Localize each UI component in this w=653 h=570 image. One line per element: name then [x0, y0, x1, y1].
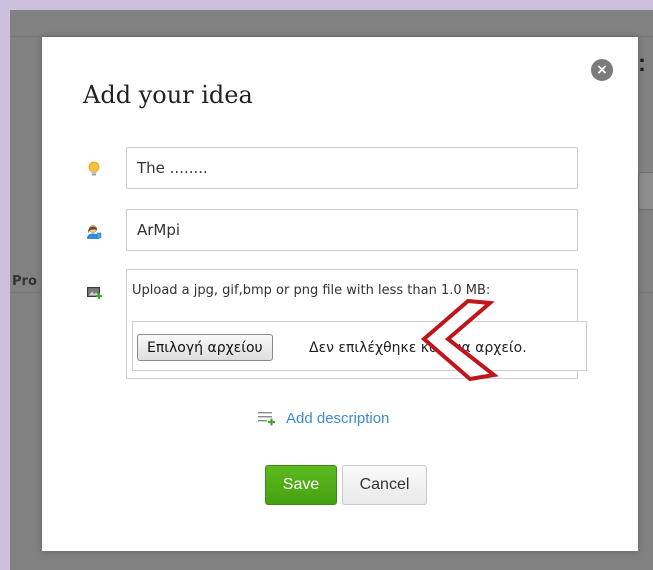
background-partial-label: Pro [12, 274, 37, 289]
lightbulb-icon [88, 161, 100, 176]
file-input[interactable]: Επιλογή αρχείου Δεν επιλέχθηκε κανένα αρ… [132, 321, 587, 371]
image-add-icon [87, 287, 102, 299]
file-status-text: Δεν επιλέχθηκε κανένα αρχείο. [309, 340, 527, 356]
modal-title: Add your idea [83, 81, 253, 109]
author-input[interactable] [126, 209, 578, 251]
cancel-button[interactable]: Cancel [342, 465, 427, 505]
add-description-link[interactable]: Add description [258, 407, 389, 429]
upload-box: Upload a jpg, gif,bmp or png file with l… [126, 269, 587, 379]
add-description-label: Add description [286, 409, 390, 427]
upload-hint: Upload a jpg, gif,bmp or png file with l… [132, 283, 491, 298]
idea-title-input[interactable] [126, 147, 578, 189]
text-add-icon [258, 412, 275, 426]
close-button[interactable]: × [591, 59, 613, 81]
choose-file-button[interactable]: Επιλογή αρχείου [137, 334, 273, 361]
user-icon [87, 225, 102, 239]
add-idea-modal: × Add your idea Upload a jpg, gif,bmp or… [42, 37, 638, 551]
close-icon: × [596, 62, 608, 78]
background-control [638, 172, 653, 210]
save-button[interactable]: Save [265, 465, 337, 505]
background-partial-glyph: : [638, 50, 646, 77]
